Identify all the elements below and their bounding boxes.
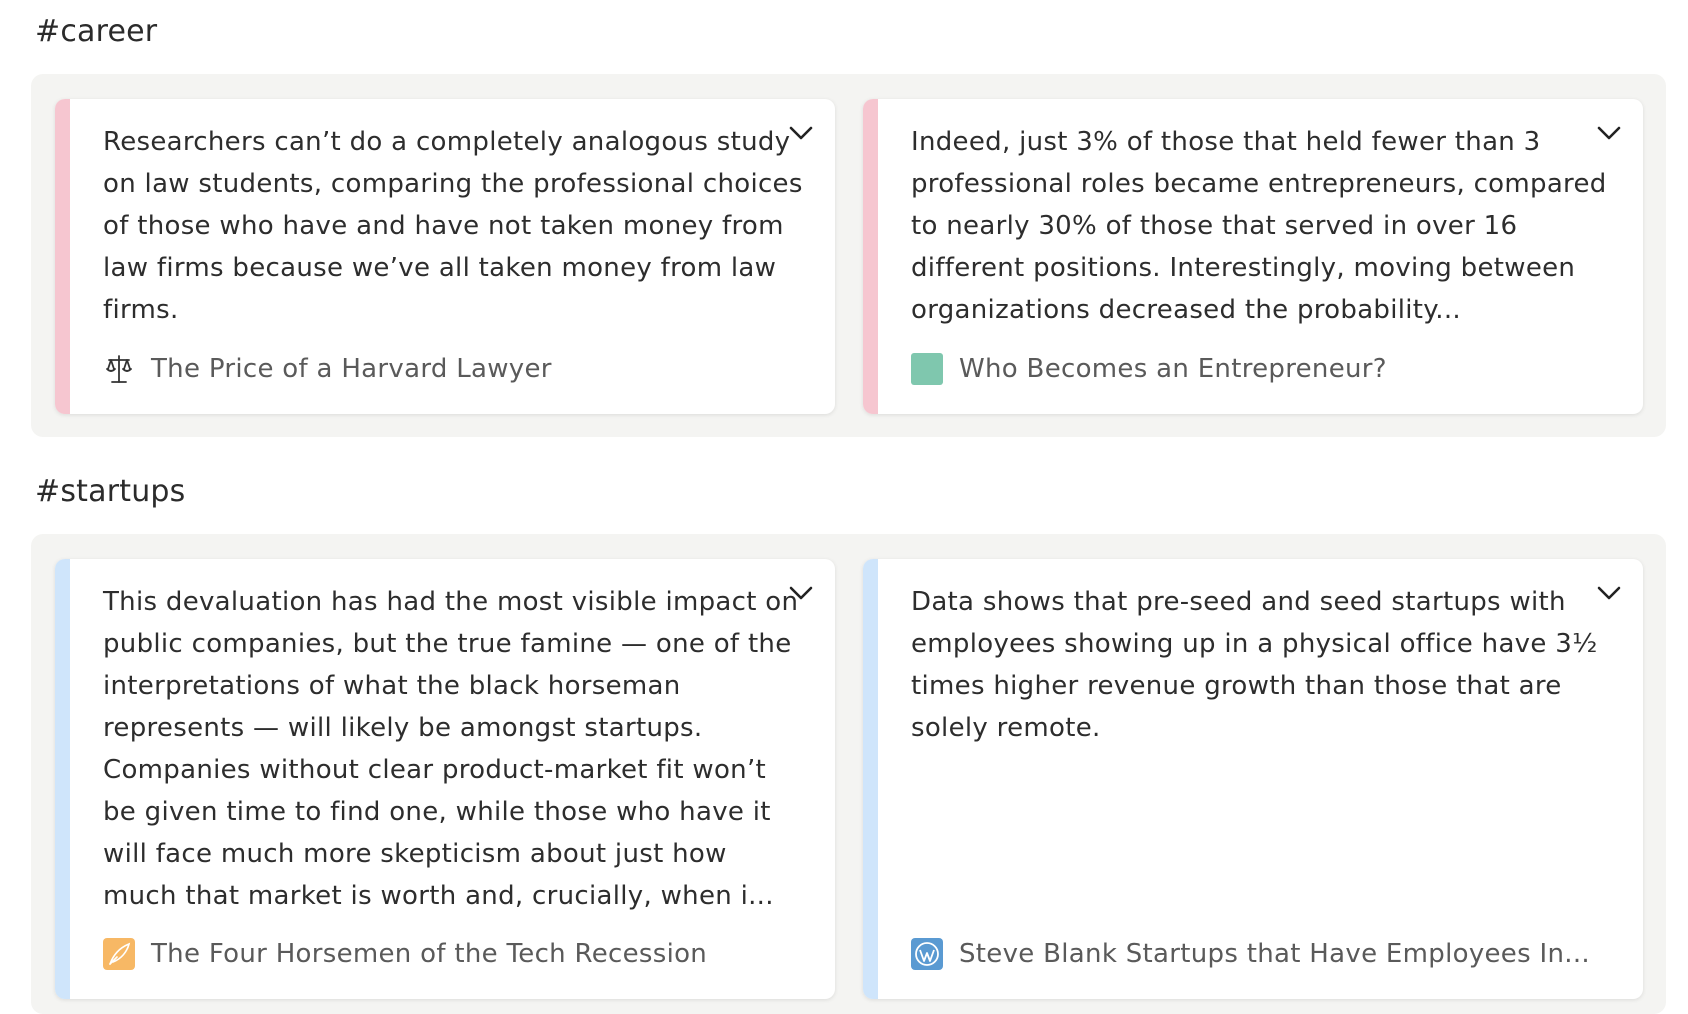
highlight-card[interactable]: Indeed, just 3% of those that held fewer… [863,99,1643,414]
highlight-quote: Indeed, just 3% of those that held fewer… [911,127,1607,325]
highlight-color-bar [55,99,70,414]
source-title: Steve Blank Startups that Have Employees… [959,939,1590,969]
highlight-quote: Data shows that pre-seed and seed startu… [911,587,1598,743]
source-link[interactable]: The Price of a Harvard Lawyer [103,352,552,386]
chevron-down-icon[interactable] [1593,577,1625,609]
wordpress-icon [911,938,943,970]
tag-heading-startups: #startups [35,474,186,509]
highlight-color-bar [863,99,878,414]
green-square-icon [911,353,943,385]
highlight-color-bar [55,559,70,999]
tag-heading-career: #career [35,14,158,49]
highlight-color-bar [863,559,878,999]
highlight-card[interactable]: Researchers can’t do a completely analog… [55,99,835,414]
highlight-card[interactable]: Data shows that pre-seed and seed startu… [863,559,1643,999]
highlight-quote: This devaluation has had the most visibl… [103,587,799,911]
chevron-down-icon[interactable] [785,117,817,149]
source-link[interactable]: Who Becomes an Entrepreneur? [911,352,1387,386]
chevron-down-icon[interactable] [1593,117,1625,149]
source-title: The Price of a Harvard Lawyer [151,354,552,384]
source-link[interactable]: Steve Blank Startups that Have Employees… [911,937,1590,971]
highlight-group-career: Researchers can’t do a completely analog… [31,74,1666,437]
source-title: Who Becomes an Entrepreneur? [959,354,1387,384]
source-title: The Four Horsemen of the Tech Recession [151,939,708,969]
quill-icon [103,938,135,970]
highlight-card[interactable]: This devaluation has had the most visibl… [55,559,835,999]
highlight-quote: Researchers can’t do a completely analog… [103,127,803,325]
source-link[interactable]: The Four Horsemen of the Tech Recession [103,937,707,971]
highlight-group-startups: This devaluation has had the most visibl… [31,534,1666,1014]
scales-icon [106,355,132,383]
chevron-down-icon[interactable] [785,577,817,609]
